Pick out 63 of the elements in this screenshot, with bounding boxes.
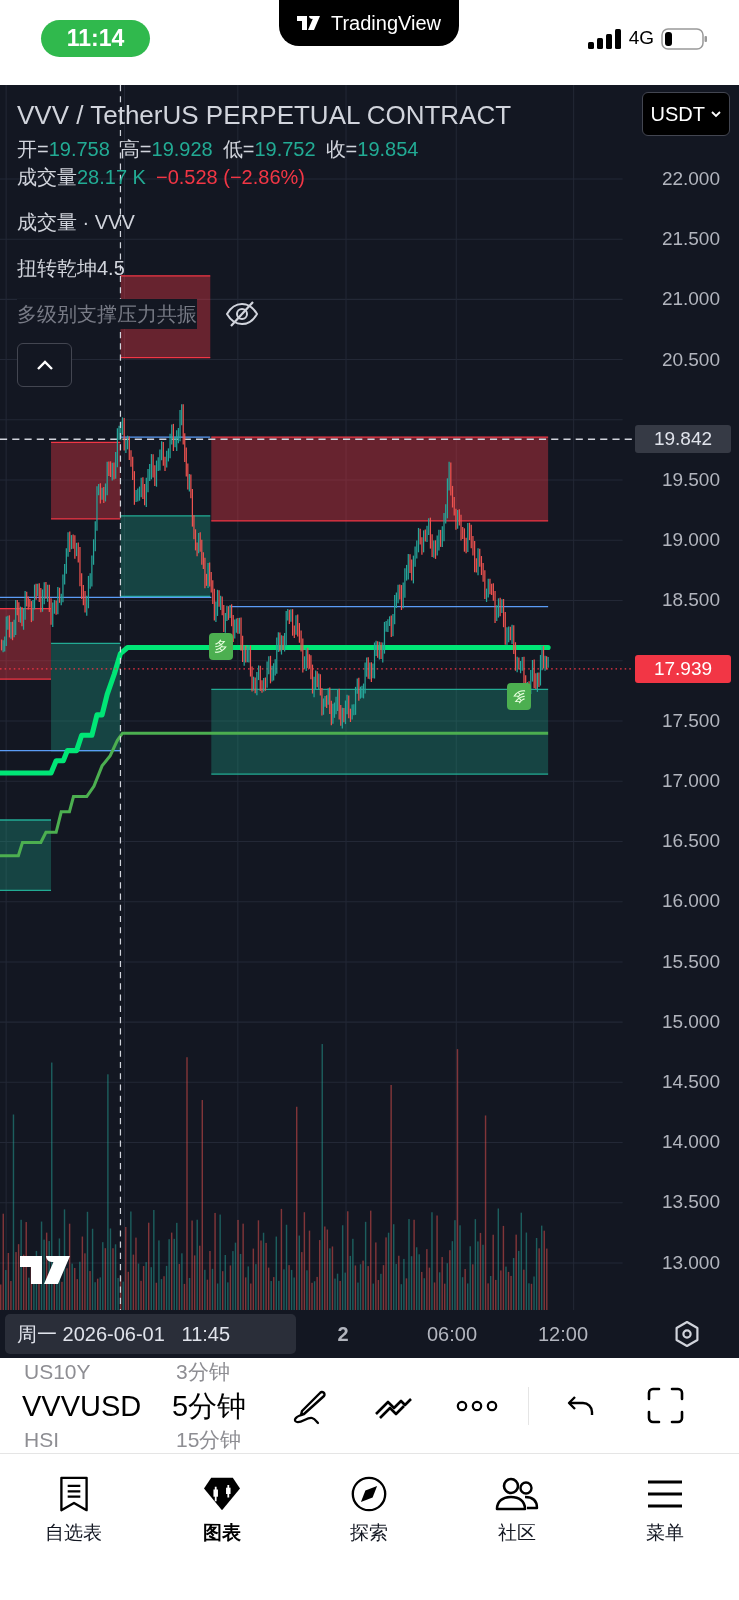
indicator-name[interactable]: 多级别支撑压力共振 [17, 299, 197, 329]
volume-label: 成交量 [17, 165, 77, 190]
nav-tab[interactable]: 菜单 [591, 1476, 739, 1554]
time-axis-label: 06:00 [425, 1322, 479, 1347]
price-label: 19.842 [635, 425, 731, 453]
symbol-selector[interactable]: VVVUSD [22, 1388, 172, 1423]
people-icon [495, 1476, 540, 1512]
price-axis-label: 14.500 [661, 1071, 720, 1093]
price-axis-label: 15.500 [661, 950, 720, 973]
watchlist-icon [57, 1476, 90, 1512]
eye-off-icon[interactable] [225, 300, 259, 328]
nav-tab[interactable]: 自选表 [0, 1476, 148, 1554]
price-axis-label: 13.000 [661, 1251, 720, 1274]
app-name: TradingView [330, 11, 442, 36]
ohlc-value: 19.758 [48, 137, 110, 162]
ohlc-label: 低= [222, 137, 255, 162]
price-axis-label: 20.500 [661, 348, 720, 371]
battery-icon [661, 27, 708, 50]
price-axis-label: 14.000 [661, 1131, 720, 1154]
nav-tab[interactable]: 探索 [295, 1476, 444, 1554]
current-price-label: 17.939 [635, 655, 731, 683]
time-axis-label: 12:00 [536, 1322, 590, 1347]
ohlc-value: 19.928 [151, 137, 213, 162]
price-change: −0.528 (−2.86%) [155, 165, 305, 190]
chevron-up-icon [35, 359, 54, 371]
signal-label: 多 [209, 633, 233, 660]
status-time: 11:14 [41, 20, 150, 57]
price-axis-label: 19.500 [661, 469, 720, 491]
volume-value: 28.17 K [77, 165, 146, 190]
ohlc-value: 19.752 [254, 137, 316, 162]
price-axis-label: 21.000 [661, 288, 720, 311]
more-icon[interactable] [456, 1399, 498, 1412]
resistance-zone [0, 608, 52, 680]
price-axis-label: 22.000 [661, 168, 720, 190]
ohlc-label: 开= [17, 137, 49, 162]
nav-tab[interactable]: 社区 [443, 1476, 592, 1554]
symbol-title: VVV / TetherUS PERPETUAL CONTRACT [17, 99, 512, 131]
ohlc-label: 收= [325, 137, 358, 162]
indicator-name[interactable]: 扭转乾坤4.5 [17, 253, 125, 283]
price-axis-label: 15.000 [661, 1010, 720, 1033]
signal-icon [587, 28, 622, 49]
currency-dropdown[interactable]: USDT [641, 92, 730, 136]
undo-icon[interactable] [567, 1394, 595, 1417]
network-type: 4G [628, 26, 654, 51]
price-axis-label: 18.500 [661, 589, 720, 612]
chevron-down-icon [711, 110, 721, 118]
price-axis-label: 21.500 [661, 228, 720, 251]
price-axis-label: 17.500 [661, 709, 720, 732]
price-axis-label: 13.500 [661, 1191, 720, 1214]
price-axis-label: 16.000 [661, 890, 720, 913]
nav-tab[interactable]: 图表 [147, 1476, 296, 1554]
price-axis-label: 16.500 [661, 830, 720, 853]
time-axis-label: 2 [336, 1322, 350, 1347]
ohlc-label: 高= [119, 137, 152, 162]
tradingview-logo-icon [296, 16, 323, 30]
price-axis-label: 17.000 [661, 770, 720, 792]
crosshair-time-label: 周一 2026-06-01 11:45 [5, 1314, 296, 1354]
indicator-name[interactable]: 成交量 · VVV [17, 207, 135, 237]
interval-selector[interactable]: 5分钟 [172, 1388, 272, 1423]
fullscreen-icon[interactable] [647, 1387, 684, 1424]
ohlc-value: 19.854 [357, 137, 419, 162]
price-axis-label: 19.000 [661, 529, 720, 552]
signal-label: 多 [507, 683, 531, 710]
